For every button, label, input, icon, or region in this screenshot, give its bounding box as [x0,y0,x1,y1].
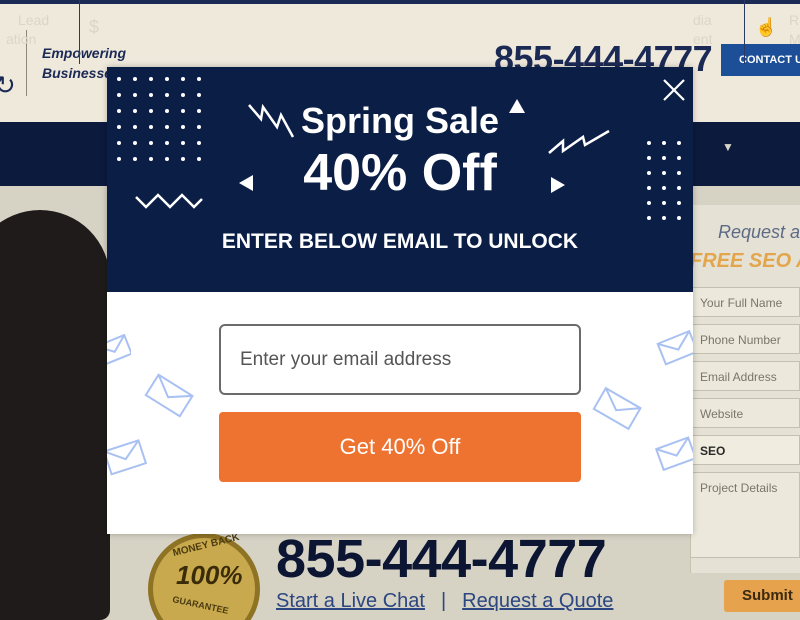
decorative-dot [647,216,651,220]
decorative-dot [165,93,169,97]
decorative-dot [117,77,121,81]
decorative-dot [117,93,121,97]
get-discount-button[interactable]: Get 40% Off [219,412,581,482]
decorative-dot [133,93,137,97]
decorative-dot [149,77,153,81]
decorative-dot [181,93,185,97]
envelope-icon [654,436,693,472]
modal-header: Spring Sale 40% Off ENTER BELOW EMAIL TO… [107,67,693,292]
decorative-dot [149,93,153,97]
decorative-dot [165,77,169,81]
decorative-dot [197,77,201,81]
promo-modal: Spring Sale 40% Off ENTER BELOW EMAIL TO… [107,67,693,534]
envelope-icon [107,333,131,367]
unlock-instruction: ENTER BELOW EMAIL TO UNLOCK [221,230,579,253]
decorative-dot [677,216,681,220]
decorative-dot [181,77,185,81]
close-icon[interactable] [659,75,689,105]
decorative-dot [662,216,666,220]
envelope-icon [107,439,148,476]
discount-text: 40% Off [303,144,497,202]
sale-headline: Spring Sale [300,100,500,141]
decorative-dot [133,77,137,81]
email-input[interactable] [219,324,581,395]
envelope-icon [144,373,194,418]
envelope-icon [656,329,693,366]
envelope-icon [592,386,642,431]
decorative-dot [197,93,201,97]
